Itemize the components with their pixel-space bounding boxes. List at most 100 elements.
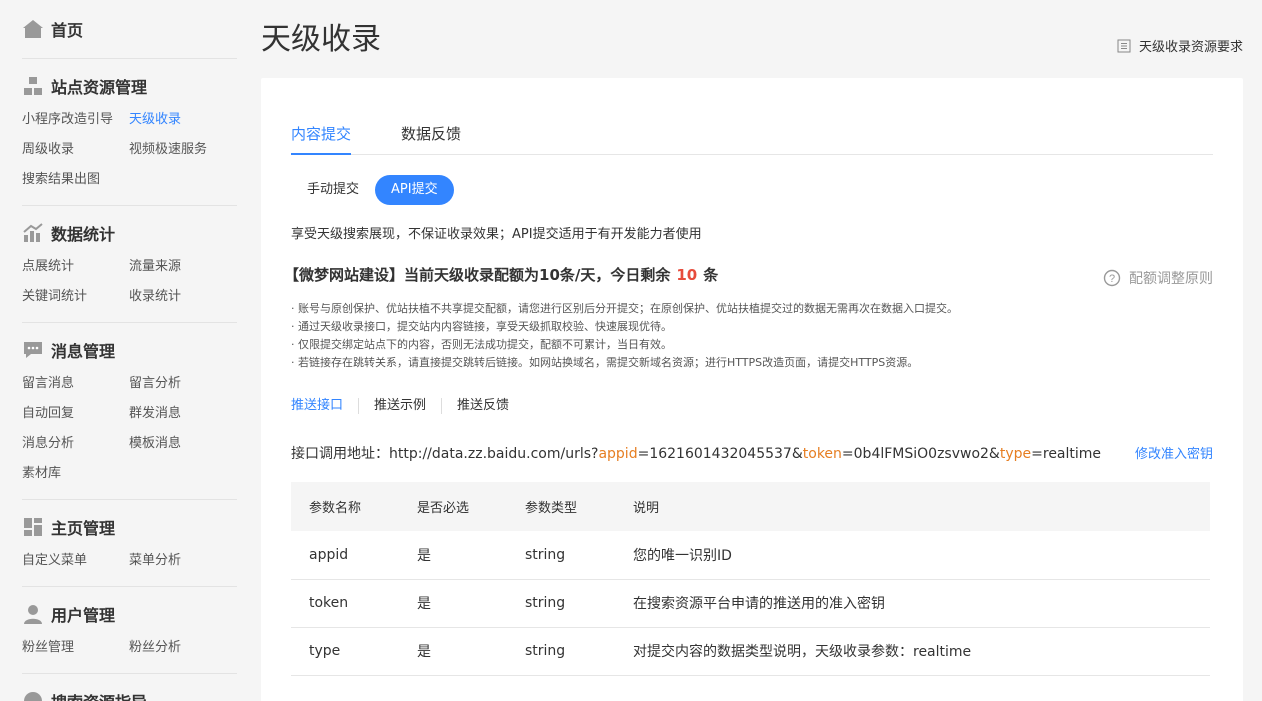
cell-required: 是 (417, 531, 525, 580)
note-item: · 账号与原创保护、优站扶植不共享提交配额，请您进行区别后分开提交；在原创保护、… (291, 302, 958, 315)
section-title: 数据统计 (51, 225, 116, 244)
table-row: type 是 string 对提交内容的数据类型说明，天级收录参数：realti… (291, 627, 1210, 676)
svg-text:?: ? (1109, 273, 1115, 285)
col-header-name: 参数名称 (291, 482, 417, 531)
section-title: 消息管理 (51, 342, 116, 361)
subtab-manual-submit[interactable]: 手动提交 (291, 175, 375, 205)
link-push-api[interactable]: 推送接口 (291, 398, 358, 414)
document-icon (1117, 39, 1131, 52)
api-url-label: 接口调用地址：http://data.zz.baidu.com/urls? (291, 446, 599, 462)
col-header-type: 参数类型 (525, 482, 633, 531)
sidebar-section-users: 用户管理 粉丝管理 粉丝分析 (22, 587, 237, 674)
note-item: · 仅限提交绑定站点下的内容，否则无法成功提交，配额不可累计，当日有效。 (291, 338, 672, 351)
table-header-row: 参数名称 是否必选 参数类型 说明 (291, 482, 1210, 531)
api-param-token: token (802, 446, 842, 462)
section-title: 搜索资源指导 (51, 689, 147, 701)
sidebar-item-video-service[interactable]: 视频极速服务 (129, 135, 236, 165)
section-title: 用户管理 (51, 606, 116, 625)
sidebar-item-comment-analysis[interactable]: 留言分析 (129, 369, 236, 399)
table-row: appid 是 string 您的唯一识别ID (291, 531, 1210, 580)
cell-desc: 在搜索资源平台申请的推送用的准入密钥 (633, 579, 1210, 628)
sidebar: 首页 站点资源管理 小程序改造引导 天级收录 周级收录 视频极速服务 搜索结果出… (0, 0, 260, 701)
cell-type: string (525, 579, 633, 628)
sidebar-item-fans-manage[interactable]: 粉丝管理 (22, 633, 129, 663)
page-title: 天级收录 (261, 22, 381, 57)
sidebar-item-auto-reply[interactable]: 自动回复 (22, 399, 129, 429)
sidebar-item-custom-menu[interactable]: 自定义菜单 (22, 546, 129, 576)
intro-text: 享受天级搜索展现，不保证收录效果；API提交适用于有开发能力者使用 (291, 227, 702, 242)
search-guide-icon (24, 692, 42, 701)
note-item: · 若链接存在跳转关系，请直接提交跳转后链接。如网站换域名，需提交新域名资源；进… (291, 356, 919, 369)
api-param-type: type (999, 446, 1032, 462)
sidebar-item-miniprogram[interactable]: 小程序改造引导 (22, 105, 129, 135)
sidebar-item-template-message[interactable]: 模板消息 (129, 429, 236, 459)
sidebar-section-stats: 数据统计 点展统计 流量来源 关键词统计 收录统计 (22, 206, 237, 323)
param-table: 参数名称 是否必选 参数类型 说明 appid 是 string 您的唯一识别I… (291, 482, 1210, 676)
subtab-bar: 手动提交 API提交 (291, 175, 454, 205)
cell-name: appid (291, 531, 417, 580)
api-value-token: =0b4lFMSiO0zsvwo2& (841, 446, 1000, 462)
sidebar-item-fans-analysis[interactable]: 粉丝分析 (129, 633, 236, 663)
sidebar-home[interactable]: 首页 (22, 0, 237, 59)
cell-desc: 您的唯一识别ID (633, 531, 1210, 580)
sidebar-item-index-stats[interactable]: 收录统计 (129, 282, 236, 312)
sidebar-item-message-analysis[interactable]: 消息分析 (22, 429, 129, 459)
cell-type: string (525, 627, 633, 676)
sidebar-item-keyword-stats[interactable]: 关键词统计 (22, 282, 129, 312)
quota-rule-label: 配额调整原则 (1129, 271, 1213, 287)
sidebar-section-guide: 搜索资源指导 (22, 674, 237, 701)
sidebar-item-comment-messages[interactable]: 留言消息 (22, 369, 129, 399)
sidebar-section-homepage: 主页管理 自定义菜单 菜单分析 (22, 500, 237, 587)
edit-key-link[interactable]: 修改准入密钥 (1135, 443, 1213, 462)
sidebar-item-click-stats[interactable]: 点展统计 (22, 252, 129, 282)
sidebar-item-weekly-index[interactable]: 周级收录 (22, 135, 129, 165)
home-icon (23, 20, 43, 38)
tab-bar: 内容提交 数据反馈 (291, 122, 1213, 155)
requirements-link[interactable]: 天级收录资源要求 (1117, 36, 1243, 55)
api-value-type: =realtime (1031, 446, 1102, 462)
section-title: 站点资源管理 (51, 78, 148, 97)
sidebar-item-assets[interactable]: 素材库 (22, 459, 129, 489)
cell-name: type (291, 627, 417, 676)
col-header-desc: 说明 (633, 482, 1210, 531)
cell-type: string (525, 531, 633, 580)
help-icon: ? (1103, 269, 1121, 287)
notes-list: · 账号与原创保护、优站扶植不共享提交配额，请您进行区别后分开提交；在原创保护、… (291, 300, 958, 372)
api-url: 接口调用地址：http://data.zz.baidu.com/urls?app… (291, 443, 1101, 463)
layout-icon (24, 518, 42, 536)
quota-prefix: 【微梦网站建设】当前天级收录配额为10条/天，今日剩余 (284, 266, 671, 284)
quota-suffix: 条 (703, 266, 719, 284)
sidebar-item-daily-index[interactable]: 天级收录 (129, 105, 236, 135)
chart-icon (23, 223, 43, 242)
note-item: · 通过天级收录接口，提交站内内容链接，享受天级抓取校验、快速展现优待。 (291, 320, 672, 333)
sidebar-home-label: 首页 (51, 21, 84, 40)
api-links: 推送接口 推送示例 推送反馈 (291, 398, 524, 414)
sitemap-icon (24, 77, 42, 95)
section-title: 主页管理 (51, 519, 116, 538)
cell-name: token (291, 579, 417, 628)
sidebar-item-broadcast[interactable]: 群发消息 (129, 399, 236, 429)
quota-remaining: 10 (676, 266, 698, 284)
chat-icon (24, 342, 42, 358)
cell-required: 是 (417, 579, 525, 628)
col-header-required: 是否必选 (417, 482, 525, 531)
api-value-appid: =1621601432045537& (637, 446, 803, 462)
link-push-feedback[interactable]: 推送反馈 (441, 398, 524, 414)
subtab-api-submit[interactable]: API提交 (375, 175, 454, 205)
user-icon (24, 605, 42, 624)
table-row: token 是 string 在搜索资源平台申请的推送用的准入密钥 (291, 579, 1210, 628)
cell-desc: 对提交内容的数据类型说明，天级收录参数：realtime (633, 627, 1210, 676)
requirements-link-label: 天级收录资源要求 (1138, 40, 1243, 55)
sidebar-section-messages: 消息管理 留言消息 留言分析 自动回复 群发消息 消息分析 模板消息 素材库 (22, 323, 237, 500)
tab-data-feedback[interactable]: 数据反馈 (401, 122, 461, 155)
sidebar-section-site: 站点资源管理 小程序改造引导 天级收录 周级收录 视频极速服务 搜索结果出图 (22, 59, 237, 206)
quota-rule-link[interactable]: ? 配额调整原则 (1103, 268, 1213, 288)
content-card: 内容提交 数据反馈 手动提交 API提交 享受天级搜索展现，不保证收录效果；AP… (261, 78, 1243, 701)
sidebar-item-search-image[interactable]: 搜索结果出图 (22, 165, 129, 195)
sidebar-item-traffic-source[interactable]: 流量来源 (129, 252, 236, 282)
quota-text: 【微梦网站建设】当前天级收录配额为10条/天，今日剩余 10 条 (284, 264, 718, 285)
link-push-example[interactable]: 推送示例 (358, 398, 441, 414)
sidebar-item-menu-analysis[interactable]: 菜单分析 (129, 546, 236, 576)
api-param-appid: appid (598, 446, 638, 462)
tab-content-submit[interactable]: 内容提交 (291, 122, 352, 155)
